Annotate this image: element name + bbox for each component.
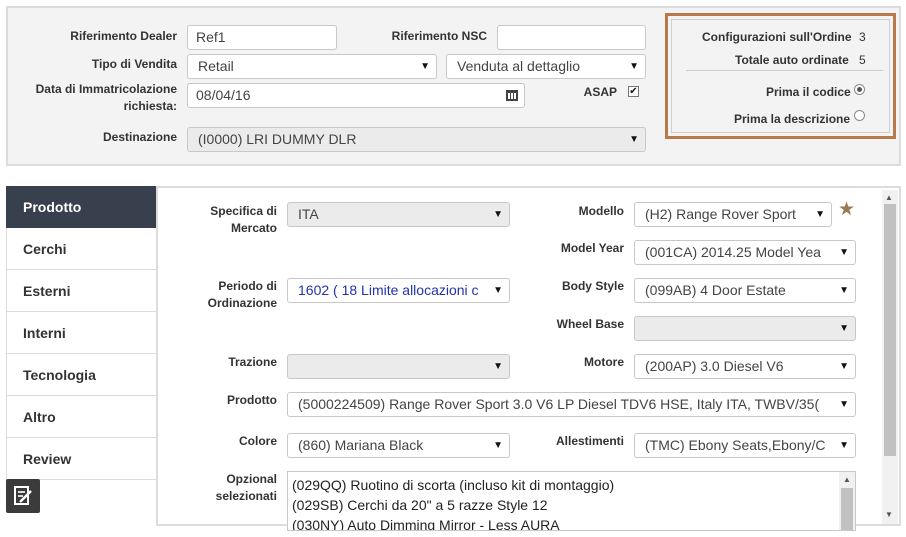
- nsc-ref-label: Riferimento NSC: [391, 29, 487, 43]
- chevron-down-icon: ▼: [493, 361, 503, 372]
- dealer-ref-input[interactable]: Ref1: [187, 25, 337, 50]
- nsc-ref-input[interactable]: [497, 25, 646, 50]
- total-cars-value: 5: [859, 53, 866, 67]
- wheelbase-label: Wheel Base: [556, 317, 624, 331]
- notes-icon: [14, 486, 32, 505]
- chevron-down-icon: ▼: [629, 61, 639, 72]
- model-year-value: (001CA) 2014.25 Model Yea: [645, 244, 821, 260]
- star-icon[interactable]: ★: [838, 198, 855, 221]
- destination-value: (I0000) LRI DUMMY DLR: [198, 131, 357, 147]
- destination-select[interactable]: (I0000) LRI DUMMY DLR ▼: [187, 127, 646, 152]
- tab-interni[interactable]: Interni: [6, 312, 156, 354]
- list-item[interactable]: (030NY) Auto Dimming Mirror - Less AURA: [292, 517, 560, 530]
- engine-label: Motore: [584, 355, 624, 369]
- scroll-down-icon[interactable]: ▼: [885, 510, 893, 519]
- tab-prodotto[interactable]: Prodotto: [6, 186, 165, 228]
- divider: [686, 70, 883, 71]
- trim-label: Allestimenti: [555, 434, 624, 448]
- sale-type-label: Tipo di Vendita: [91, 57, 177, 71]
- model-year-label: Model Year: [560, 241, 624, 255]
- config-count-label: Configurazioni sull'Ordine: [702, 30, 852, 44]
- order-period-select[interactable]: 1602 ( 18 Limite allocazioni c ▼: [287, 278, 510, 303]
- product-select[interactable]: (5000224509) Range Rover Sport 3.0 V6 LP…: [287, 392, 856, 417]
- wheelbase-select[interactable]: ▼: [634, 316, 856, 341]
- list-item[interactable]: (029QQ) Ruotino di scorta (incluso kit d…: [292, 477, 614, 493]
- chevron-down-icon: ▼: [629, 134, 639, 145]
- chevron-down-icon: ▼: [493, 440, 503, 451]
- trim-value: (TMC) Ebony Seats,Ebony/C: [645, 437, 826, 453]
- reg-date-input[interactable]: 08/04/16: [187, 83, 501, 108]
- selected-options-list[interactable]: (029QQ) Ruotino di scorta (incluso kit d…: [287, 471, 856, 531]
- config-count-value: 3: [859, 30, 866, 44]
- desc-first-radio[interactable]: [854, 110, 865, 121]
- traction-select[interactable]: ▼: [287, 354, 510, 379]
- notes-button[interactable]: [6, 479, 40, 513]
- list-item[interactable]: (029SB) Cerchi da 20" a 5 razze Style 12: [292, 497, 548, 513]
- sale-type-value: Retail: [198, 58, 234, 74]
- tab-cerchi[interactable]: Cerchi: [6, 228, 156, 270]
- body-style-value: (099AB) 4 Door Estate: [645, 282, 786, 298]
- options-scroll-thumb[interactable]: [841, 488, 853, 530]
- product-value: (5000224509) Range Rover Sport 3.0 V6 LP…: [298, 396, 820, 412]
- color-label: Colore: [238, 434, 277, 448]
- selected-options-label: Opzional selezionati: [215, 472, 277, 503]
- order-period-value: 1602 ( 18 Limite allocazioni c: [298, 282, 479, 298]
- destination-label: Destinazione: [102, 130, 177, 144]
- order-summary-box: Configurazioni sull'Ordine 3 Totale auto…: [665, 13, 896, 139]
- body-style-label: Body Style: [561, 279, 624, 293]
- chevron-down-icon: ▼: [493, 285, 503, 296]
- asap-checkbox[interactable]: ✔: [628, 86, 639, 97]
- reg-date-label: Data di Immatricolazione richiesta:: [35, 82, 177, 113]
- panel-scrollbar[interactable]: ▲ ▼: [882, 190, 898, 524]
- total-cars-label: Totale auto ordinate: [735, 53, 849, 67]
- desc-first-label: Prima la descrizione: [734, 112, 851, 126]
- model-label: Modello: [578, 204, 624, 218]
- chevron-down-icon: ▼: [839, 285, 849, 296]
- chevron-down-icon: ▼: [839, 361, 849, 372]
- code-first-radio[interactable]: [854, 84, 865, 95]
- model-value: (H2) Range Rover Sport: [645, 206, 796, 222]
- tab-esterni[interactable]: Esterni: [6, 270, 156, 312]
- product-label: Prodotto: [227, 393, 277, 407]
- scroll-up-icon[interactable]: ▲: [843, 475, 851, 484]
- chevron-down-icon: ▼: [839, 247, 849, 258]
- sale-subtype-select[interactable]: Venduta al dettaglio ▼: [446, 54, 646, 79]
- model-year-select[interactable]: (001CA) 2014.25 Model Yea ▼: [634, 240, 856, 265]
- calendar-icon: [506, 90, 518, 101]
- market-value: ITA: [298, 206, 319, 222]
- trim-select[interactable]: (TMC) Ebony Seats,Ebony/C ▼: [634, 433, 856, 458]
- chevron-down-icon: ▼: [493, 209, 503, 220]
- engine-select[interactable]: (200AP) 3.0 Diesel V6 ▼: [634, 354, 856, 379]
- code-first-label: Prima il codice: [766, 85, 851, 99]
- tab-tecnologia[interactable]: Tecnologia: [6, 354, 156, 396]
- scroll-up-icon[interactable]: ▲: [885, 193, 893, 202]
- model-select[interactable]: (H2) Range Rover Sport ▼: [634, 202, 832, 227]
- asap-label: ASAP: [583, 85, 617, 99]
- calendar-button[interactable]: [500, 83, 525, 108]
- chevron-down-icon: ▼: [839, 323, 849, 334]
- sale-subtype-value: Venduta al dettaglio: [457, 58, 580, 74]
- chevron-down-icon: ▼: [839, 399, 849, 410]
- color-value: (860) Mariana Black: [298, 437, 424, 453]
- sale-type-select[interactable]: Retail ▼: [187, 54, 437, 79]
- config-tabs: Prodotto Cerchi Esterni Interni Tecnolog…: [6, 186, 165, 516]
- order-period-label: Periodo di Ordinazione: [207, 279, 277, 310]
- chevron-down-icon: ▼: [420, 61, 430, 72]
- tab-review[interactable]: Review: [6, 438, 156, 480]
- engine-value: (200AP) 3.0 Diesel V6: [645, 358, 784, 374]
- color-select[interactable]: (860) Mariana Black ▼: [287, 433, 510, 458]
- tab-altro[interactable]: Altro: [6, 396, 156, 438]
- body-style-select[interactable]: (099AB) 4 Door Estate ▼: [634, 278, 856, 303]
- panel-scroll-thumb[interactable]: [884, 204, 896, 456]
- market-select[interactable]: ITA ▼: [287, 202, 510, 227]
- dealer-ref-label: Riferimento Dealer: [70, 29, 177, 43]
- traction-label: Trazione: [228, 355, 277, 369]
- chevron-down-icon: ▼: [839, 440, 849, 451]
- options-scrollbar[interactable]: ▲: [839, 472, 855, 530]
- chevron-down-icon: ▼: [815, 209, 825, 220]
- market-label: Specifica di Mercato: [210, 204, 277, 235]
